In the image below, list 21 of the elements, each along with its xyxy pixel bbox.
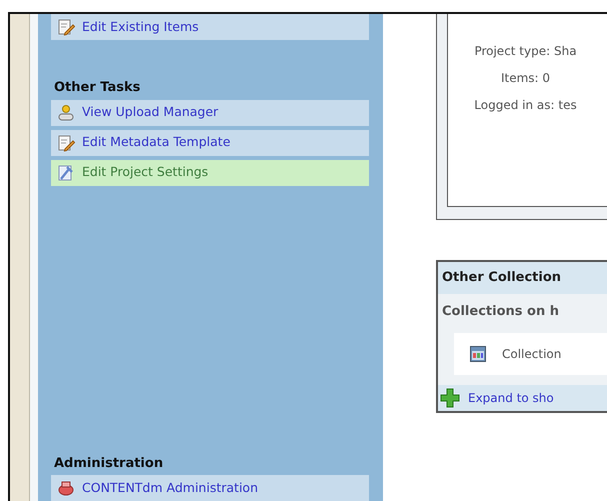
sidebar-link[interactable]: Edit Project Settings [51, 160, 369, 186]
sidebar-link[interactable]: Edit Metadata Template [51, 130, 369, 156]
section-heading: Other Tasks [53, 79, 142, 97]
grid-icon [470, 346, 486, 362]
info-text: Logged in as: tes [474, 97, 577, 114]
panel-title: Other Collection [438, 262, 607, 294]
edit-icon [57, 134, 75, 152]
sidebar-link[interactable]: View Upload Manager [51, 100, 369, 126]
sidebar-link[interactable]: Edit Existing Items [51, 14, 369, 40]
collection-name: Collection [502, 346, 562, 363]
info-text: Items: 0 [500, 70, 550, 87]
wrench-icon [57, 164, 75, 182]
person-icon [57, 104, 75, 122]
section-heading: Administration [53, 454, 164, 472]
info-text: Project type: Sha [474, 43, 577, 60]
plus-icon [440, 388, 460, 408]
edit-icon [57, 18, 75, 36]
panel-subtitle: Collections on h [441, 302, 560, 320]
sidebar-link[interactable]: CONTENTdm Administration [51, 475, 369, 501]
cap-icon [57, 479, 75, 497]
collection-item[interactable]: Collection [454, 333, 607, 375]
